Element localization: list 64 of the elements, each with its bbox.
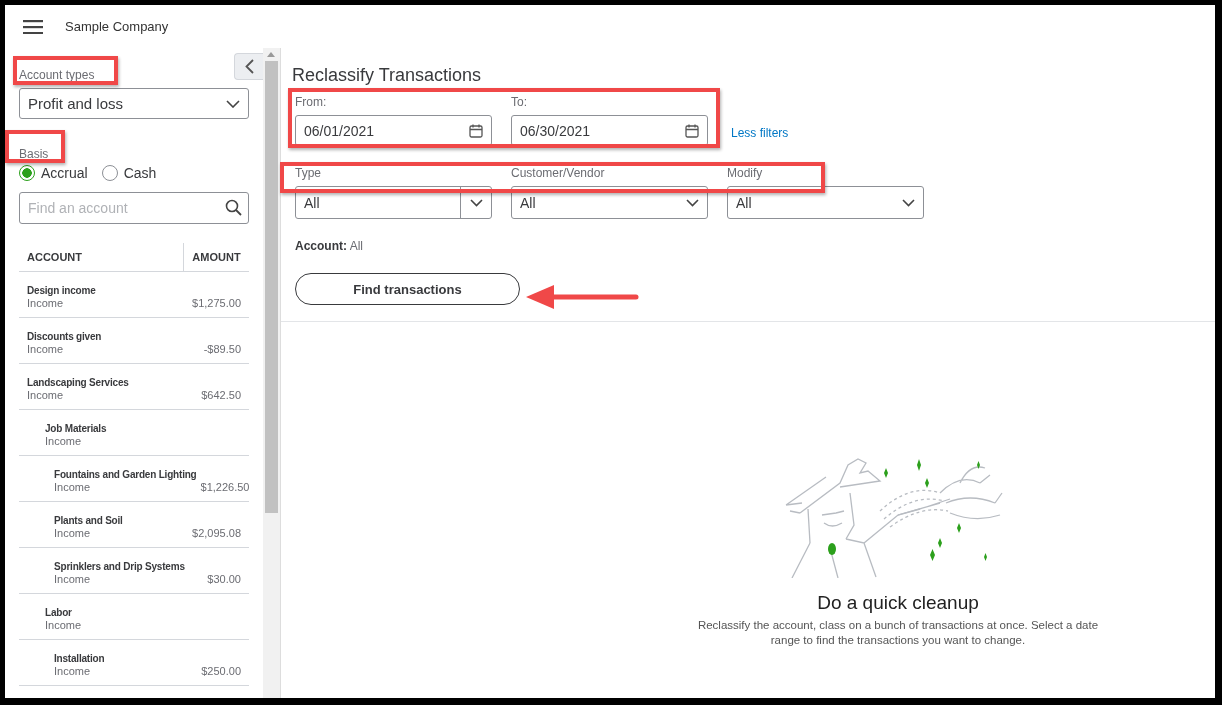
search-icon [225, 199, 242, 216]
search-field[interactable]: Find an account [19, 192, 249, 224]
filter-dropdown[interactable]: All [727, 186, 924, 219]
field-label: Account types [19, 68, 96, 82]
account-types-dropdown[interactable]: Profit and loss [19, 88, 249, 119]
calendar-icon [685, 123, 699, 138]
account-name: Design income [27, 285, 96, 296]
account-type: Income [27, 343, 65, 355]
account-name: Sprinklers and Drip Systems [54, 561, 185, 572]
account-amount: $642.50 [201, 389, 241, 401]
radio-button[interactable] [19, 165, 35, 181]
account-type: Income [45, 435, 83, 447]
field-label: From: [295, 95, 328, 109]
account-name: Plants and Soil [54, 515, 123, 526]
account-type: Income [54, 481, 92, 493]
filter-dropdown[interactable]: All [511, 186, 708, 219]
chevron-down-icon [469, 198, 483, 207]
account-name: Fountains and Garden Lighting [54, 469, 197, 480]
account-name: Installation [54, 653, 105, 664]
empty-state-title: Do a quick cleanup [817, 592, 979, 614]
date-field[interactable]: 06/30/2021 [511, 115, 708, 146]
filter-dropdown[interactable]: All [295, 186, 492, 219]
field-label: Basis [19, 147, 50, 161]
company-name: Sample Company [65, 19, 169, 34]
account-amount: $250.00 [201, 665, 241, 677]
scroll-up-icon[interactable] [267, 52, 275, 57]
account-amount: $1,275.00 [192, 297, 241, 309]
field-label: To: [511, 95, 528, 109]
less-filters-link[interactable]: Less filters [731, 126, 789, 140]
account-type: Income [45, 619, 82, 631]
account-type: Income [54, 573, 92, 585]
account-filter-text: Account: All [295, 239, 364, 253]
account-type: Income [27, 389, 65, 401]
account-amount: -$89.50 [203, 343, 241, 355]
chevron-left-icon [244, 59, 254, 74]
empty-state-description: Reclassify the account, class on a bunch of transactions at once. Select a date range to find the transactions you want to change. [696, 618, 1100, 648]
account-name: Discounts given [27, 331, 102, 342]
account-name: Landscaping Services [27, 377, 129, 388]
column-header: ACCOUNT [19, 243, 184, 271]
date-field[interactable]: 06/01/2021 [295, 115, 492, 146]
find-transactions-button[interactable]: Find transactions [295, 273, 520, 305]
column-header: AMOUNT [191, 250, 242, 265]
collapse-button[interactable] [234, 53, 263, 80]
menu-icon[interactable] [23, 19, 43, 34]
chevron-down-icon [226, 99, 240, 108]
scrollbar[interactable] [263, 48, 281, 698]
account-type: Income [27, 297, 65, 309]
account-name: Labor [45, 607, 73, 618]
radio-option[interactable]: Cash [101, 165, 157, 181]
radio-option[interactable]: Accrual [19, 165, 88, 181]
field-label: Customer/Vendor [511, 166, 606, 180]
field-label: Modify [727, 166, 764, 180]
account-type: Income [54, 527, 92, 539]
page-title: Reclassify Transactions [292, 65, 483, 86]
account-amount: $1,226.50 [200, 481, 250, 493]
highlight-frame [5, 130, 65, 163]
field-label: Type [295, 166, 322, 180]
chevron-down-icon [901, 198, 915, 207]
account-name: Job Materials [45, 423, 107, 434]
account-amount: $2,095.08 [192, 527, 241, 539]
account-type: Income [54, 665, 92, 677]
account-amount: $30.00 [207, 573, 241, 585]
chevron-down-icon [685, 198, 699, 207]
calendar-icon [469, 123, 483, 138]
